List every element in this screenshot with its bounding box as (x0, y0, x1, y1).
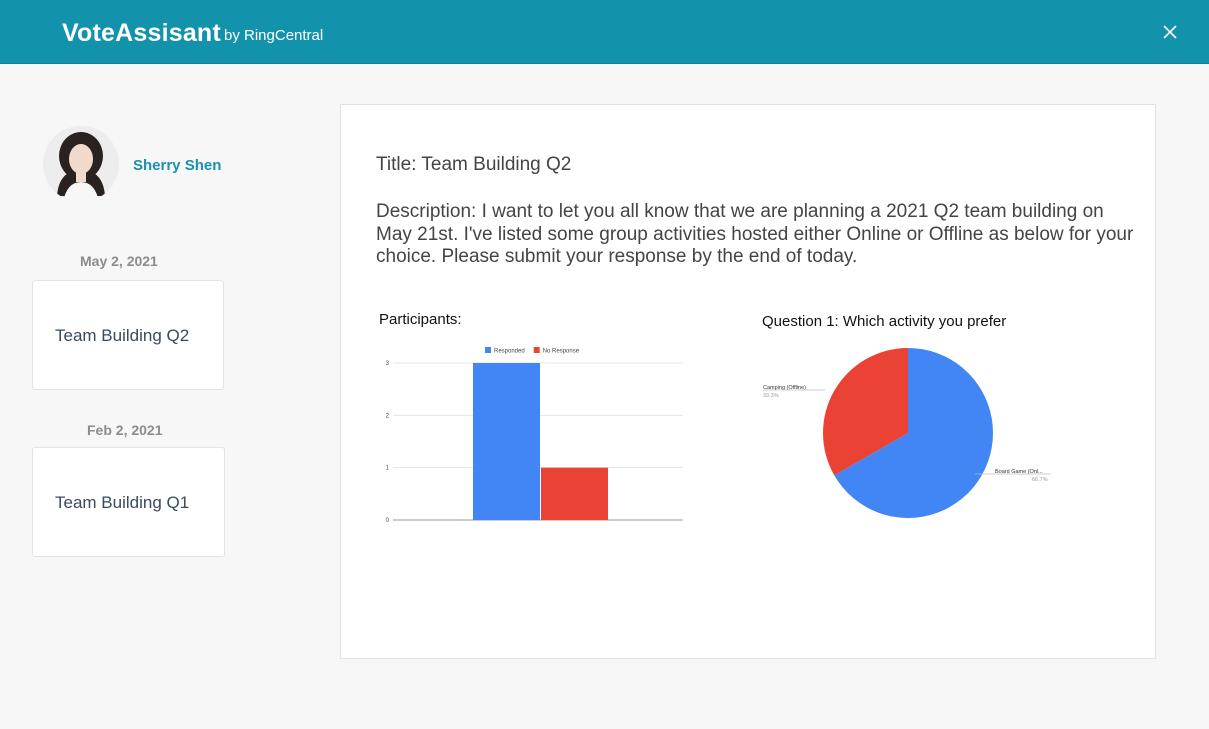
poll-title: Title: Team Building Q2 (376, 154, 572, 175)
pie-label: Camping (Offline) (763, 385, 806, 391)
poll-date: May 2, 2021 (80, 253, 158, 269)
y-tick-label: 3 (386, 361, 390, 367)
pie-percent-label: 33.3% (763, 393, 779, 399)
participants-bar-chart: Responded No Response 0 1 2 3 (386, 347, 683, 524)
legend-label: No Response (543, 349, 580, 355)
poll-card-team-building-q2[interactable]: Team Building Q2 (32, 280, 224, 390)
participants-chart-title: Participants: (379, 311, 462, 328)
pie-label: Board Game (Onl... (995, 469, 1043, 475)
poll-card-team-building-q1[interactable]: Team Building Q1 (32, 447, 225, 557)
app-title: VoteAssisant (62, 19, 221, 47)
bar-no-response (541, 467, 608, 520)
legend-label: Responded (494, 349, 525, 355)
poll-description: Description: I want to let you all know … (376, 201, 1134, 267)
y-tick-label: 2 (386, 413, 390, 419)
legend-swatch (533, 347, 540, 353)
app-byline: by RingCentral (224, 27, 324, 44)
poll-card-title: Team Building Q2 (55, 326, 190, 345)
avatar (43, 126, 119, 202)
poll-detail-panel: Title: Team Building Q2 Description: I w… (340, 104, 1156, 659)
question-1-pie-chart: Camping (Offline) 33.3% Board Game (Onl...… (763, 348, 1051, 518)
y-tick-label: 0 (386, 518, 390, 524)
user-name[interactable]: Sherry Shen (133, 157, 221, 174)
poll-date: Feb 2, 2021 (87, 422, 163, 438)
pie-percent-label: 66.7% (1032, 477, 1048, 483)
y-tick-label: 1 (386, 466, 390, 472)
bar-responded (473, 363, 540, 520)
close-icon[interactable] (1160, 22, 1180, 42)
app-header: VoteAssisant by RingCentral (0, 0, 1209, 64)
legend-swatch (485, 347, 491, 353)
question-1-chart-title: Question 1: Which activity you prefer (762, 313, 1007, 330)
poll-card-title: Team Building Q1 (55, 493, 190, 512)
